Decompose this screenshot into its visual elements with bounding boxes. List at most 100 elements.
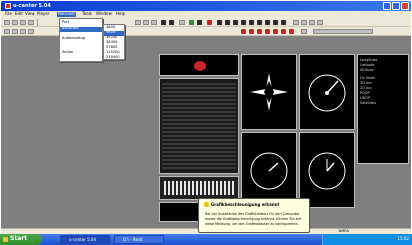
satellite-blob (194, 61, 206, 71)
altitude-gauge-panel (241, 132, 297, 208)
menu-view[interactable]: View (24, 12, 36, 17)
table-row (162, 103, 236, 105)
menu-bar: File Edit View Player Receiver Tools Win… (1, 11, 411, 18)
print-icon[interactable] (28, 20, 34, 25)
table-row (162, 111, 236, 113)
table-row (162, 115, 236, 117)
table-row (162, 99, 236, 101)
menu-window[interactable]: Window (95, 12, 113, 17)
table-row (162, 135, 236, 137)
menu-item-action[interactable]: Action (60, 50, 102, 56)
status-icon[interactable] (189, 20, 194, 25)
taskbar-button-paint[interactable]: D:\ - Paint (114, 235, 164, 244)
view-icon[interactable] (135, 20, 141, 25)
clock: 15:02 (397, 236, 409, 241)
minimize-button[interactable] (383, 2, 391, 10)
table-row (162, 151, 236, 153)
table-row (162, 127, 236, 129)
panel-icon[interactable] (257, 20, 262, 25)
console-icon[interactable] (161, 20, 166, 25)
table-row (162, 95, 236, 97)
position-slider[interactable] (313, 29, 373, 34)
window-title: u-center 5.04 (13, 3, 51, 9)
new-icon[interactable] (4, 20, 10, 25)
record-icon[interactable] (281, 29, 286, 34)
pause-icon[interactable] (265, 29, 270, 34)
speed-gauge-panel (299, 54, 355, 130)
tool-icon[interactable] (309, 20, 315, 25)
label-latitude: Latitude (360, 63, 375, 67)
menu-file[interactable]: File (4, 12, 13, 17)
table-row (162, 119, 236, 121)
console-icon[interactable] (197, 20, 202, 25)
panel-icon[interactable] (273, 20, 278, 25)
table-row (162, 167, 236, 169)
panel-icon[interactable] (241, 20, 246, 25)
title-bar: u-center 5.04 (1, 1, 411, 11)
menu-receiver[interactable]: Receiver (57, 12, 77, 17)
table-row (162, 123, 236, 125)
table-row (162, 163, 236, 165)
signal-bars (164, 181, 234, 195)
clock-icon (308, 152, 346, 190)
label-altitude: Altitude (360, 68, 374, 72)
panel-icon[interactable] (217, 20, 222, 25)
taskbar: Start u-center 5.04 D:\ - Paint 15:02 (0, 234, 412, 245)
chart-icon[interactable] (179, 20, 185, 25)
taskbar-button-ucenter[interactable]: u-center 5.04 (60, 235, 110, 244)
connect-icon[interactable] (4, 29, 10, 34)
app-icon (5, 3, 11, 9)
play-icon[interactable] (249, 29, 254, 34)
baud-icon[interactable] (12, 29, 18, 34)
label-satellites: Satellites (360, 101, 377, 105)
view-icon[interactable] (143, 20, 149, 25)
balloon-body: Bei der Installation des Grafiktreibers … (205, 212, 302, 226)
menu-item-baudrate[interactable]: Baudrate (60, 26, 102, 32)
zoom-icon[interactable] (28, 29, 34, 34)
gauge-icon (250, 152, 288, 190)
panel-icon[interactable] (249, 20, 254, 25)
stop-icon[interactable] (273, 29, 278, 34)
save-icon[interactable] (20, 20, 26, 25)
menu-help[interactable]: Help (115, 12, 126, 17)
label-2d-acc: 2D Acc (360, 86, 373, 90)
menu-item-autobauding[interactable]: Autobauding (60, 36, 102, 42)
console-icon[interactable] (169, 20, 174, 25)
menu-tools[interactable]: Tools (81, 12, 93, 17)
panel-icon[interactable] (233, 20, 238, 25)
label-3d-acc: 3D Acc (360, 81, 373, 85)
table-row (162, 131, 236, 133)
play-icon[interactable] (257, 29, 262, 34)
gauge-icon (308, 74, 346, 112)
record-icon[interactable] (289, 29, 294, 34)
notification-balloon[interactable]: Grafikbeschleunigung erkannt Bei der Ins… (198, 198, 310, 233)
tool-icon[interactable] (317, 20, 323, 25)
view-icon[interactable] (151, 20, 157, 25)
tool-icon[interactable] (301, 20, 307, 25)
table-row (162, 83, 236, 85)
tool-icon[interactable] (293, 20, 299, 25)
record-icon[interactable] (207, 20, 212, 25)
start-button[interactable]: Start (0, 234, 42, 245)
close-button[interactable] (401, 2, 409, 10)
panel-icon[interactable] (281, 20, 286, 25)
start-label: Start (10, 235, 28, 242)
play-icon[interactable] (241, 29, 246, 34)
panel-icon[interactable] (265, 20, 270, 25)
signal-bars-panel (159, 176, 239, 200)
label-hdop: HDOP (360, 96, 371, 100)
open-icon[interactable] (12, 20, 18, 25)
table-row (162, 107, 236, 109)
clock-gauge-panel (299, 132, 355, 208)
menu-player[interactable]: Player (36, 12, 50, 17)
time-icon[interactable] (301, 29, 307, 34)
settings-icon[interactable] (20, 29, 26, 34)
panel-icon[interactable] (225, 20, 230, 25)
table-row (162, 143, 236, 145)
baud-option[interactable]: 230400 (104, 55, 124, 61)
menu-edit[interactable]: Edit (14, 12, 24, 17)
table-row (162, 91, 236, 93)
maximize-button[interactable] (392, 2, 400, 10)
baudrate-submenu: 4800 9600 19200 38400 57600 115200 23040… (103, 24, 125, 60)
table-row (162, 147, 236, 149)
